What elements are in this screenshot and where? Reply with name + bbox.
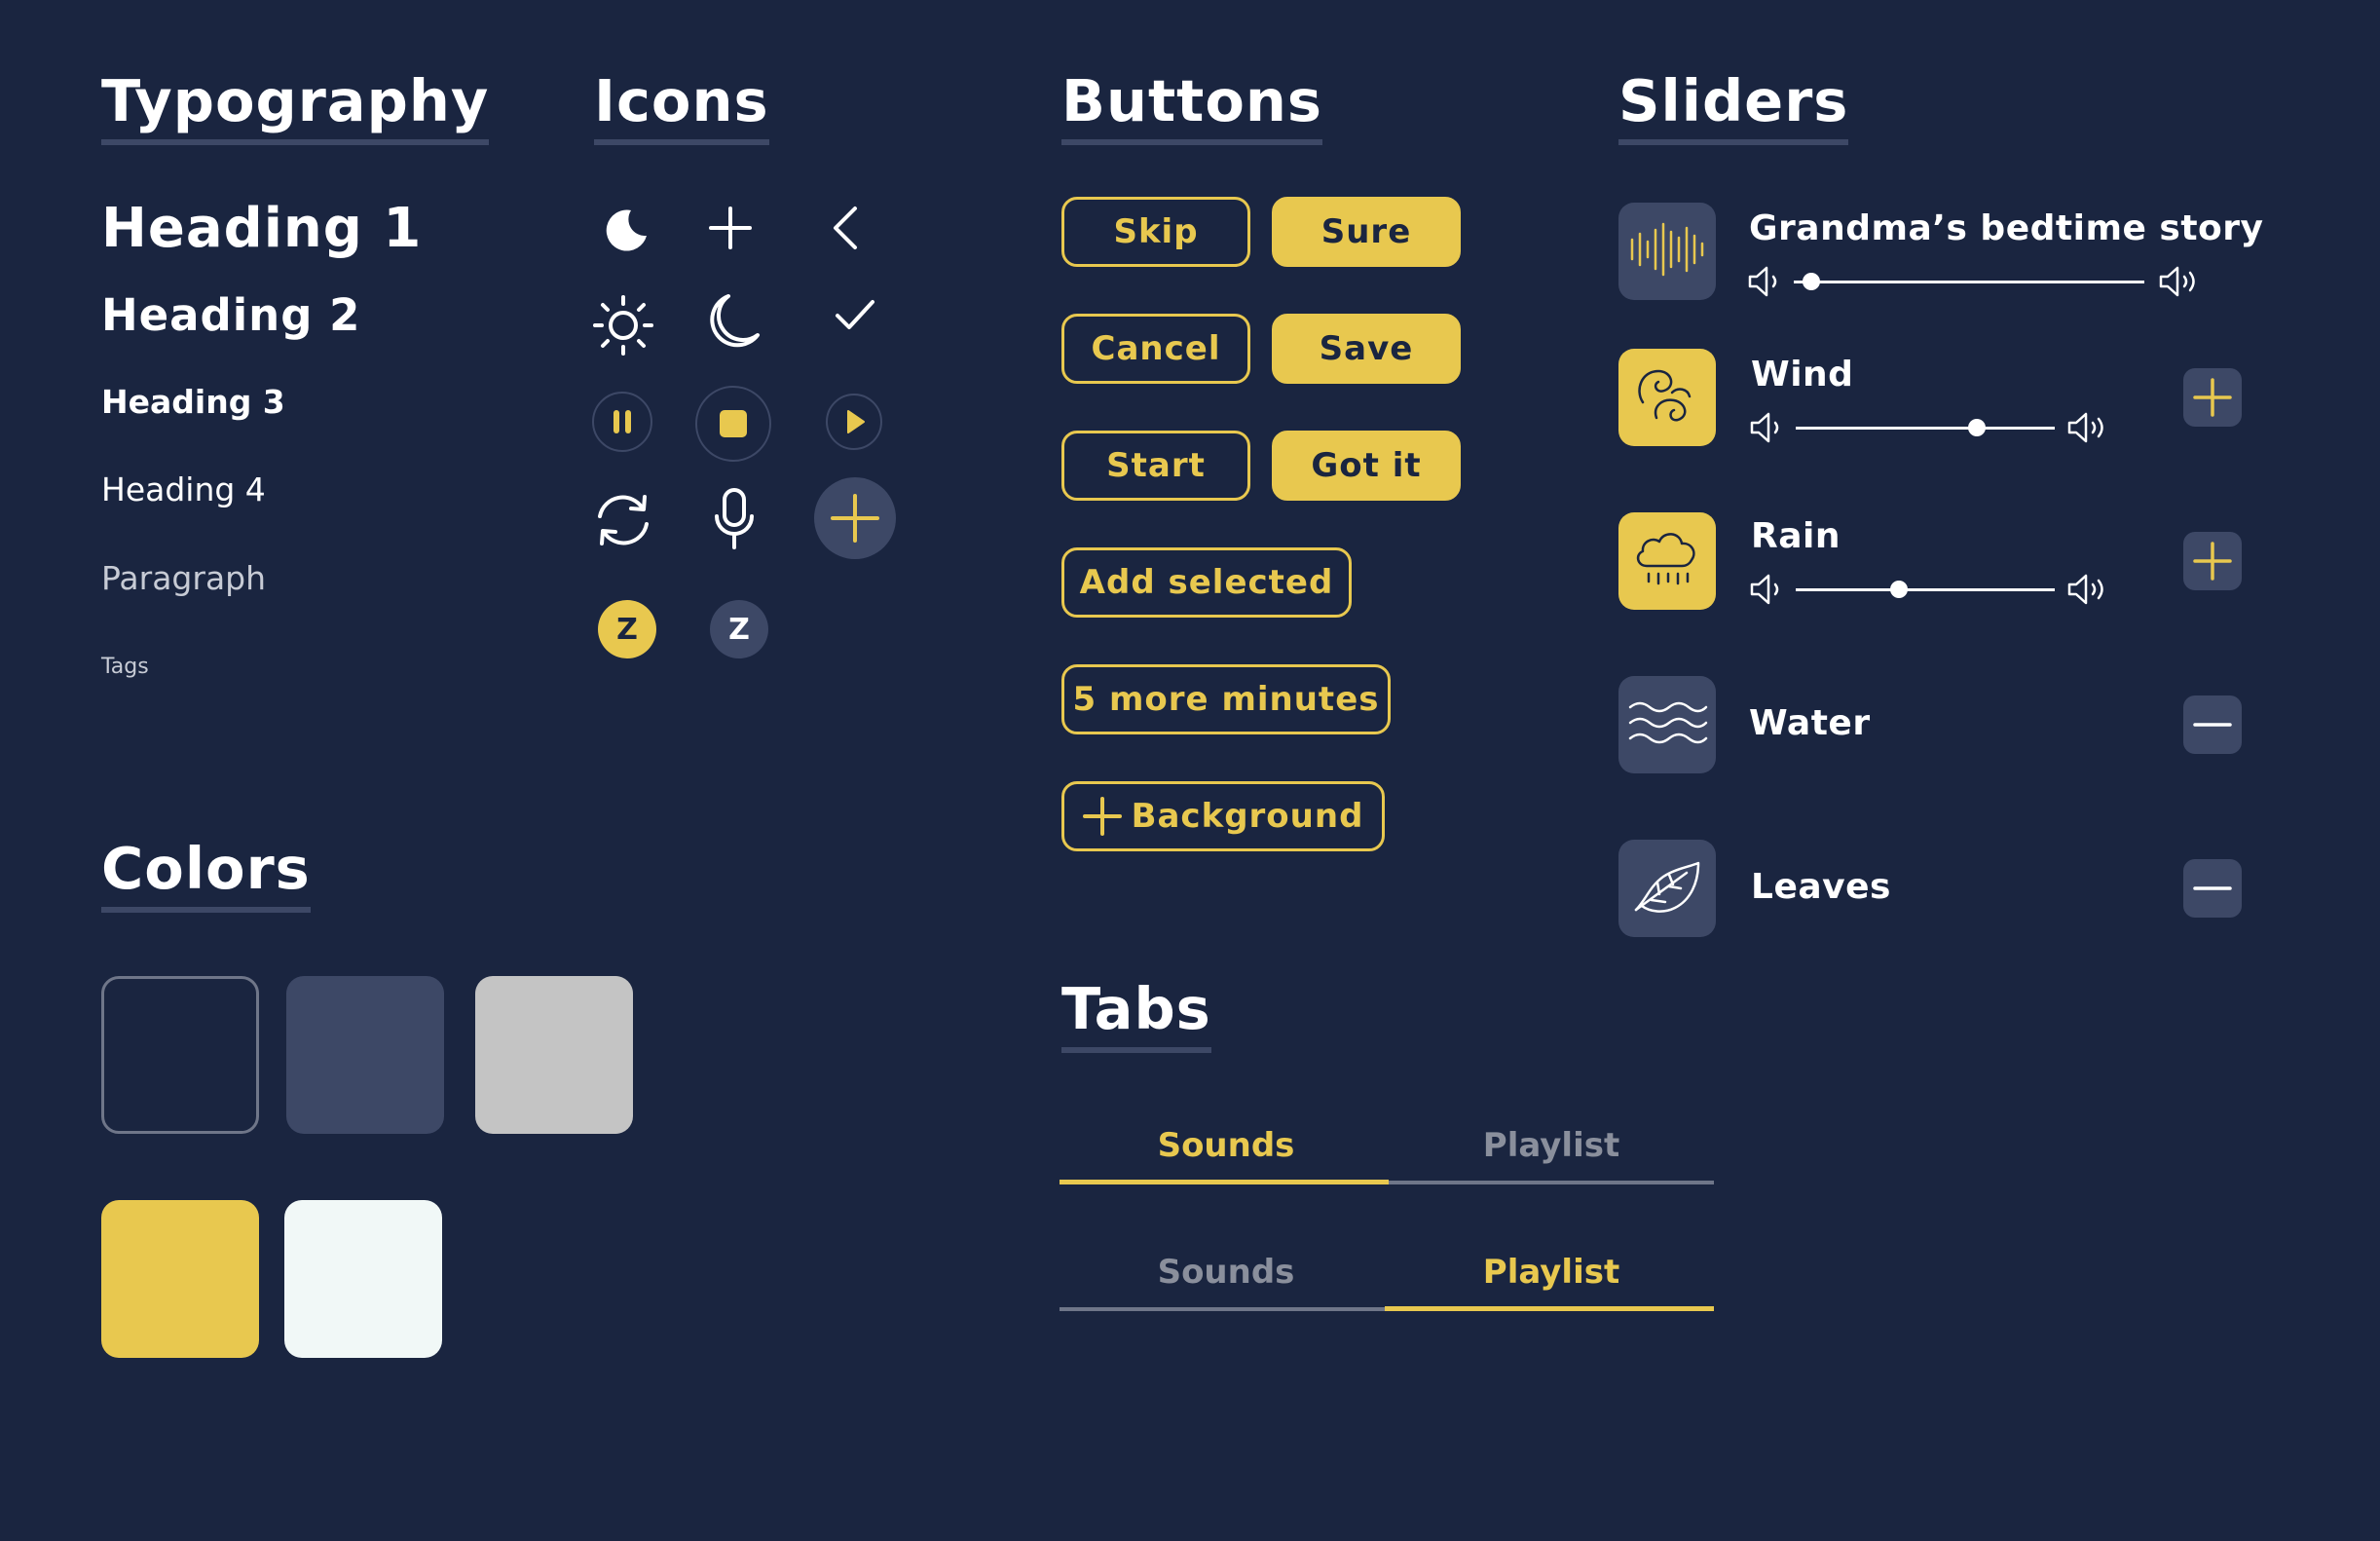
sure-button[interactable]: Sure	[1272, 197, 1461, 267]
snooze-inactive-icon[interactable]: Z	[710, 600, 768, 658]
sun-icon[interactable]	[592, 294, 654, 357]
sound-wave-icon	[1626, 222, 1708, 281]
volume-slider-handle[interactable]	[1803, 273, 1820, 290]
tab-active-indicator	[1060, 1180, 1389, 1184]
wind-icon	[1633, 363, 1701, 432]
color-swatch-surface	[286, 976, 444, 1134]
start-button[interactable]: Start	[1061, 431, 1250, 501]
moon-outline-icon[interactable]	[707, 292, 762, 351]
minus-icon	[2193, 886, 2232, 890]
sound-tile-wind[interactable]	[1618, 349, 1716, 446]
section-title-buttons: Buttons	[1061, 72, 1323, 145]
sound-tile-grandma[interactable]	[1618, 203, 1716, 300]
volume-slider-handle[interactable]	[1968, 419, 1987, 436]
plus-icon	[1082, 797, 1122, 836]
add-selected-button[interactable]: Add selected	[1061, 547, 1352, 618]
color-swatch-grey	[475, 976, 633, 1134]
refresh-icon[interactable]	[590, 489, 656, 551]
volume-slider-rain[interactable]	[1796, 588, 2055, 591]
sound-name-rain: Rain	[1751, 516, 1841, 556]
moon-filled-icon[interactable]	[602, 205, 652, 255]
volume-slider-grandma[interactable]	[1794, 281, 2144, 283]
remove-sound-button[interactable]	[2183, 695, 2242, 754]
color-swatch-accent	[101, 1200, 259, 1358]
play-icon[interactable]	[826, 394, 882, 450]
add-background-button[interactable]: Background	[1061, 781, 1385, 851]
volume-high-icon	[2066, 411, 2109, 448]
tab-active-indicator	[1385, 1306, 1714, 1311]
sound-tile-water[interactable]	[1618, 676, 1716, 773]
volume-high-icon	[2158, 265, 2201, 302]
volume-low-icon	[1749, 573, 1788, 610]
section-title-tabs: Tabs	[1061, 980, 1211, 1053]
volume-low-icon	[1749, 411, 1788, 448]
volume-slider-handle[interactable]	[1890, 581, 1909, 598]
cancel-button[interactable]: Cancel	[1061, 314, 1250, 384]
waves-icon	[1626, 694, 1708, 756]
volume-slider-wind[interactable]	[1796, 427, 2055, 430]
add-sound-button[interactable]	[2183, 532, 2242, 590]
add-circle-icon[interactable]	[814, 477, 896, 559]
plus-icon	[2193, 542, 2232, 581]
tab-sounds[interactable]: Sounds	[1061, 1253, 1391, 1292]
sound-tile-rain[interactable]	[1618, 512, 1716, 610]
remove-sound-button[interactable]	[2183, 859, 2242, 918]
minus-icon	[2193, 723, 2232, 727]
volume-high-icon	[2066, 573, 2109, 610]
microphone-icon[interactable]	[713, 487, 756, 551]
stop-icon[interactable]	[695, 386, 771, 462]
tab-sounds-active[interactable]: Sounds	[1061, 1126, 1391, 1165]
add-sound-button[interactable]	[2183, 368, 2242, 427]
paragraph-sample: Paragraph	[101, 559, 267, 597]
skip-button[interactable]: Skip	[1061, 197, 1250, 267]
color-swatch-white	[284, 1200, 442, 1358]
tab-playlist[interactable]: Playlist	[1387, 1126, 1716, 1165]
heading-2-sample: Heading 2	[101, 289, 361, 341]
leaf-icon	[1630, 857, 1704, 920]
check-icon[interactable]	[834, 296, 876, 335]
sound-name-water: Water	[1749, 703, 1871, 743]
snooze-active-icon[interactable]: Z	[598, 600, 656, 658]
section-title-sliders: Sliders	[1618, 72, 1849, 145]
tags-sample: Tags	[101, 655, 149, 679]
plus-icon	[2193, 378, 2232, 417]
heading-4-sample: Heading 4	[101, 470, 266, 508]
rain-cloud-icon	[1631, 527, 1703, 595]
add-background-label: Background	[1131, 797, 1364, 836]
color-swatch-background	[101, 976, 259, 1134]
section-title-colors: Colors	[101, 840, 311, 913]
plus-icon[interactable]	[707, 205, 754, 251]
chevron-left-icon[interactable]	[828, 205, 865, 251]
section-title-typography: Typography	[101, 72, 490, 145]
heading-3-sample: Heading 3	[101, 383, 285, 421]
pause-icon[interactable]	[592, 392, 652, 452]
tab-playlist-active[interactable]: Playlist	[1387, 1253, 1716, 1292]
sound-name-wind: Wind	[1751, 355, 1854, 395]
sound-name-grandma: Grandma’s bedtime story	[1749, 208, 2264, 248]
sound-tile-leaves[interactable]	[1618, 840, 1716, 937]
five-more-minutes-button[interactable]: 5 more minutes	[1061, 664, 1391, 734]
sound-name-leaves: Leaves	[1751, 867, 1891, 907]
heading-1-sample: Heading 1	[101, 197, 423, 260]
volume-low-icon	[1747, 265, 1786, 302]
save-button[interactable]: Save	[1272, 314, 1461, 384]
got-it-button[interactable]: Got it	[1272, 431, 1461, 501]
section-title-icons: Icons	[594, 72, 769, 145]
